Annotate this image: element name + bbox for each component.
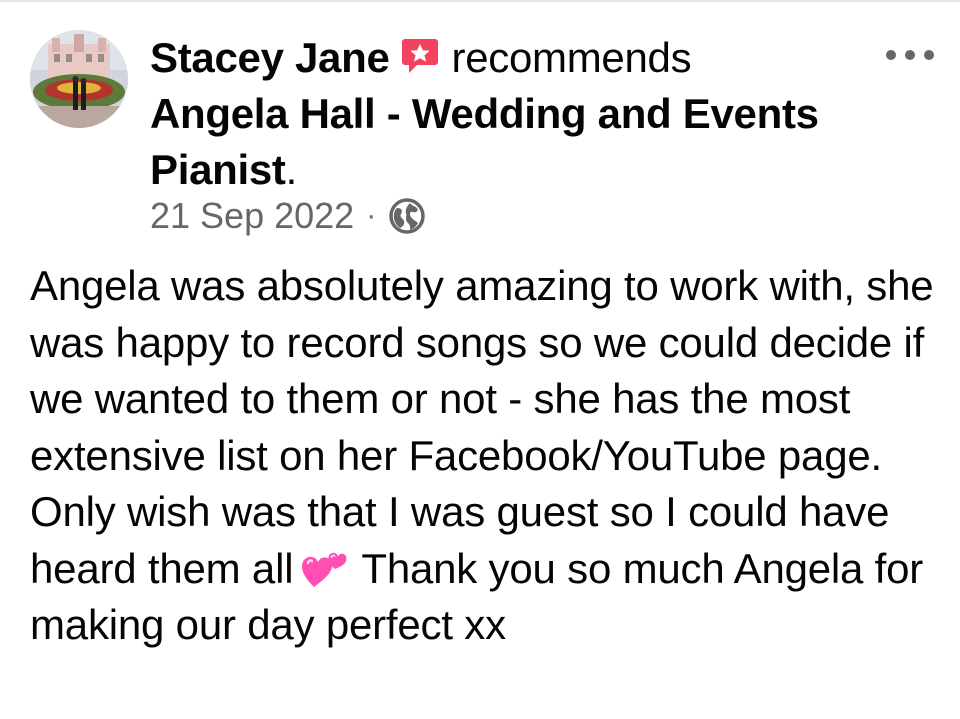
- post-header: Stacey Jane recommends Angela Hall - Weddi…: [150, 30, 850, 198]
- recommended-page-name[interactable]: Angela Hall - Wedding and Events Pianist: [150, 90, 819, 193]
- post-body: Angela was absolutely amazing to work wi…: [30, 258, 940, 654]
- avatar[interactable]: [30, 30, 128, 128]
- more-dot-icon: [924, 50, 934, 60]
- avatar-photo: [30, 30, 128, 128]
- post-meta: 21 Sep 2022 ·: [150, 194, 426, 238]
- more-options-button[interactable]: [886, 40, 934, 70]
- two-hearts-emoji: [301, 547, 347, 589]
- post-body-text-part1: Angela was absolutely amazing to work wi…: [30, 262, 934, 592]
- more-dot-icon: [905, 50, 915, 60]
- author-name[interactable]: Stacey Jane: [150, 34, 390, 81]
- globe-icon[interactable]: [388, 197, 426, 235]
- more-dot-icon: [886, 50, 896, 60]
- recommends-verb: recommends: [451, 34, 692, 81]
- post-headline: Stacey Jane recommends Angela Hall - Weddi…: [150, 30, 850, 198]
- meta-separator: ·: [366, 199, 377, 232]
- headline-period: .: [285, 146, 298, 193]
- recommendation-post: Stacey Jane recommends Angela Hall - Weddi…: [0, 0, 960, 719]
- post-date[interactable]: 21 Sep 2022: [150, 194, 354, 238]
- recommendation-star-icon: [400, 36, 440, 76]
